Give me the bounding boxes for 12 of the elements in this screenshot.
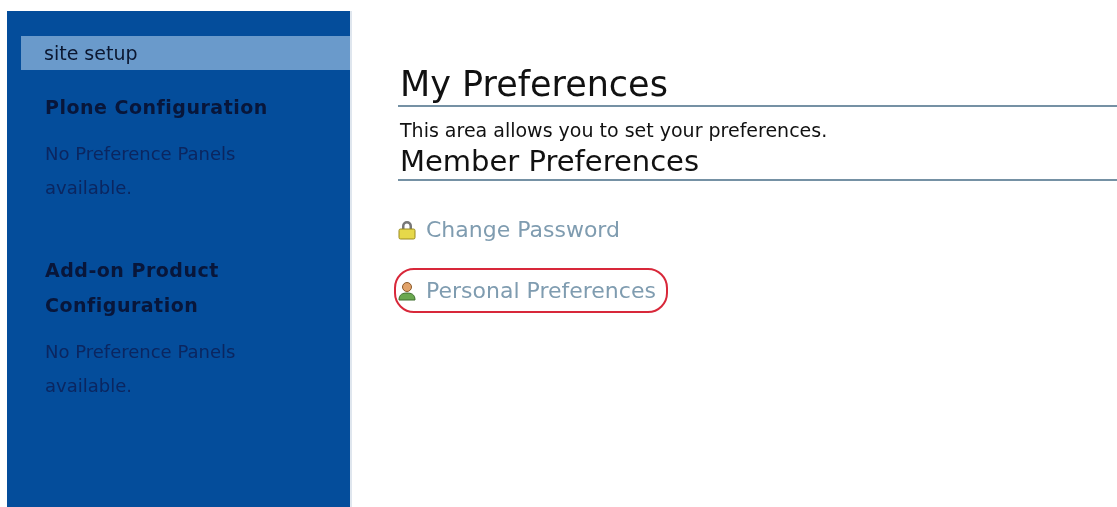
preference-link[interactable]: Change Password xyxy=(394,207,632,252)
preference-link[interactable]: Personal Preferences xyxy=(394,268,668,313)
empty-message: No Preference Panels available. xyxy=(45,340,237,398)
section-title: Member Preferences xyxy=(398,143,1117,181)
sidebar-header: site setup xyxy=(21,36,350,70)
user-icon xyxy=(398,280,416,301)
page-description: This area allows you to set your preferences. xyxy=(399,118,829,143)
lock-icon xyxy=(398,219,416,240)
section-title: Add-on Product Configuration xyxy=(45,258,220,318)
empty-message: No Preference Panels available. xyxy=(45,142,237,200)
page-title: My Preferences xyxy=(398,63,1117,107)
section-title: Plone Configuration xyxy=(45,95,269,120)
